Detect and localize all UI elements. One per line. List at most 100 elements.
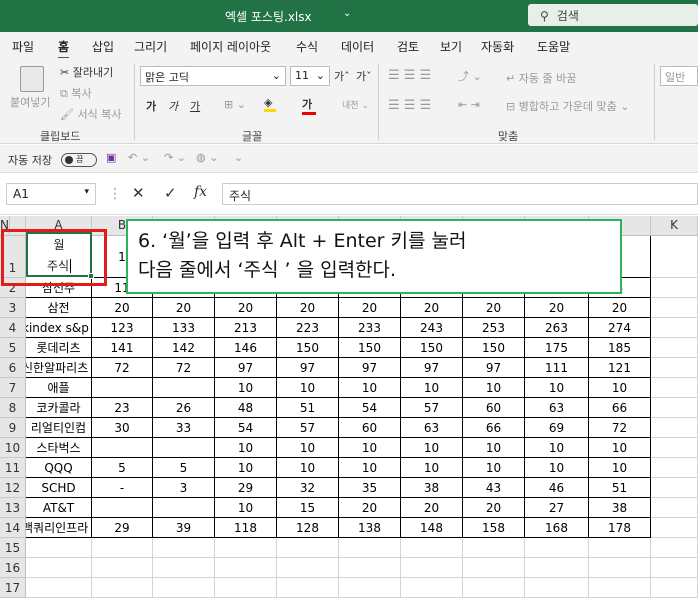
chevron-down-icon[interactable]: ⌄	[343, 8, 351, 19]
grid-cell[interactable]: 39	[153, 518, 215, 538]
grid-cell[interactable]: 29	[215, 478, 277, 498]
paste-button[interactable]: 붙여넣기	[10, 94, 50, 110]
grid-cell[interactable]: 20	[525, 298, 589, 318]
row-header-3[interactable]: 3	[0, 298, 26, 318]
row-header-14[interactable]: 14	[0, 518, 26, 538]
grid-cell[interactable]: 10	[277, 458, 339, 478]
grid-cell[interactable]	[651, 236, 698, 278]
grid-cell[interactable]: 10	[589, 458, 651, 478]
grid-cell[interactable]: 263	[525, 318, 589, 338]
grid-cell[interactable]: 111	[525, 358, 589, 378]
grid-cell[interactable]	[215, 558, 277, 578]
grid-cell[interactable]: 72	[92, 358, 153, 378]
grid-cell[interactable]	[339, 578, 401, 598]
grid-cell[interactable]: 맥쿼리인프라	[26, 518, 92, 538]
underline-button[interactable]: 가	[190, 98, 200, 114]
grid-cell[interactable]: 10	[463, 458, 525, 478]
grid-cell[interactable]	[153, 438, 215, 458]
grid-cell[interactable]: 60	[463, 398, 525, 418]
grid-cell[interactable]	[651, 438, 698, 458]
grid-cell[interactable]: 150	[401, 338, 463, 358]
row-header-5[interactable]: 5	[0, 338, 26, 358]
grid-cell[interactable]: 20	[401, 498, 463, 518]
grid-cell[interactable]: AT&T	[26, 498, 92, 518]
grid-cell[interactable]: 128	[277, 518, 339, 538]
grid-cell[interactable]: 10	[339, 458, 401, 478]
grid-cell[interactable]	[401, 538, 463, 558]
row-header-8[interactable]: 8	[0, 398, 26, 418]
tab-file[interactable]: 파일	[12, 38, 34, 55]
grid-cell[interactable]: 72	[153, 358, 215, 378]
name-box[interactable]: A1 ▾	[6, 183, 96, 205]
tab-view[interactable]: 보기	[440, 38, 462, 55]
grid-cell[interactable]: 274	[589, 318, 651, 338]
grid-cell[interactable]: 32	[277, 478, 339, 498]
grid-cell[interactable]: 38	[401, 478, 463, 498]
italic-button[interactable]: 가	[168, 98, 178, 114]
grid-cell[interactable]	[339, 558, 401, 578]
grid-cell[interactable]: 30	[92, 418, 153, 438]
grid-cell[interactable]	[651, 558, 698, 578]
tab-page-layout[interactable]: 페이지 레이아웃	[190, 38, 271, 55]
grid-cell[interactable]	[153, 578, 215, 598]
grid-cell[interactable]	[525, 578, 589, 598]
grid-cell[interactable]	[26, 578, 92, 598]
grid-cell[interactable]: 10	[215, 378, 277, 398]
grid-cell[interactable]	[651, 318, 698, 338]
grid-cell[interactable]: 148	[401, 518, 463, 538]
grid-cell[interactable]: 10	[401, 378, 463, 398]
grid-cell[interactable]: 175	[525, 338, 589, 358]
grid-cell[interactable]	[651, 398, 698, 418]
grid-cell[interactable]: 10	[277, 438, 339, 458]
copy-button[interactable]: ⧉ 복사	[60, 85, 92, 101]
orientation-icon[interactable]: ⤴ ⌄	[458, 68, 482, 84]
paste-icon[interactable]	[20, 66, 44, 92]
grid-cell[interactable]: 10	[463, 378, 525, 398]
grid-cell[interactable]	[589, 558, 651, 578]
phonetic-icon[interactable]: 내천 ⌄	[342, 98, 369, 111]
grid-cell[interactable]: 35	[339, 478, 401, 498]
grid-cell[interactable]: 20	[339, 298, 401, 318]
insert-function-icon[interactable]: fx	[194, 184, 207, 200]
row-header-16[interactable]: 16	[0, 558, 26, 578]
column-header-K[interactable]: K	[651, 216, 698, 236]
wrap-text-button[interactable]: ↵ 자동 줄 바꿈	[506, 70, 576, 86]
grid-cell[interactable]	[651, 518, 698, 538]
grid-cell[interactable]: 애플	[26, 378, 92, 398]
grid-cell[interactable]: 10	[339, 438, 401, 458]
grid-cell[interactable]: 10	[215, 438, 277, 458]
grid-cell[interactable]: 20	[463, 298, 525, 318]
grid-cell[interactable]: 51	[277, 398, 339, 418]
grid-cell[interactable]: 20	[589, 298, 651, 318]
grid-cell[interactable]: 118	[215, 518, 277, 538]
grid-cell[interactable]: 신한알파리츠	[26, 358, 92, 378]
grid-cell[interactable]	[153, 558, 215, 578]
cancel-icon[interactable]: ✕	[132, 184, 145, 202]
grid-cell[interactable]: 20	[92, 298, 153, 318]
tab-data[interactable]: 데이터	[341, 38, 374, 55]
grid-cell[interactable]: 10	[277, 378, 339, 398]
grid-cell[interactable]: 48	[215, 398, 277, 418]
bold-button[interactable]: 가	[146, 98, 156, 114]
grid-cell[interactable]: 코카콜라	[26, 398, 92, 418]
grid-cell[interactable]: 20	[215, 298, 277, 318]
grid-cell[interactable]	[651, 498, 698, 518]
redo-icon[interactable]: ↷ ⌄	[164, 151, 186, 164]
grid-cell[interactable]: 10	[525, 438, 589, 458]
shrink-font-icon[interactable]: 가ˇ	[356, 68, 372, 84]
grid-cell[interactable]: 150	[339, 338, 401, 358]
row-header-10[interactable]: 10	[0, 438, 26, 458]
merge-center-button[interactable]: ⊟ 병합하고 가운데 맞춤 ⌄	[506, 98, 630, 114]
grid-cell[interactable]	[651, 378, 698, 398]
font-size-select[interactable]: 11 ⌄	[290, 66, 330, 86]
grid-cell[interactable]: 168	[525, 518, 589, 538]
grid-cell[interactable]: 10	[525, 458, 589, 478]
grid-cell[interactable]: 54	[215, 418, 277, 438]
grid-cell[interactable]	[651, 578, 698, 598]
tab-review[interactable]: 검토	[397, 38, 419, 55]
grid-cell[interactable]	[92, 578, 153, 598]
grid-cell[interactable]	[463, 538, 525, 558]
document-title[interactable]: 엑셀 포스팅.xlsx	[225, 8, 312, 25]
grid-cell[interactable]: 121	[589, 358, 651, 378]
tab-automate[interactable]: 자동화	[481, 38, 514, 55]
